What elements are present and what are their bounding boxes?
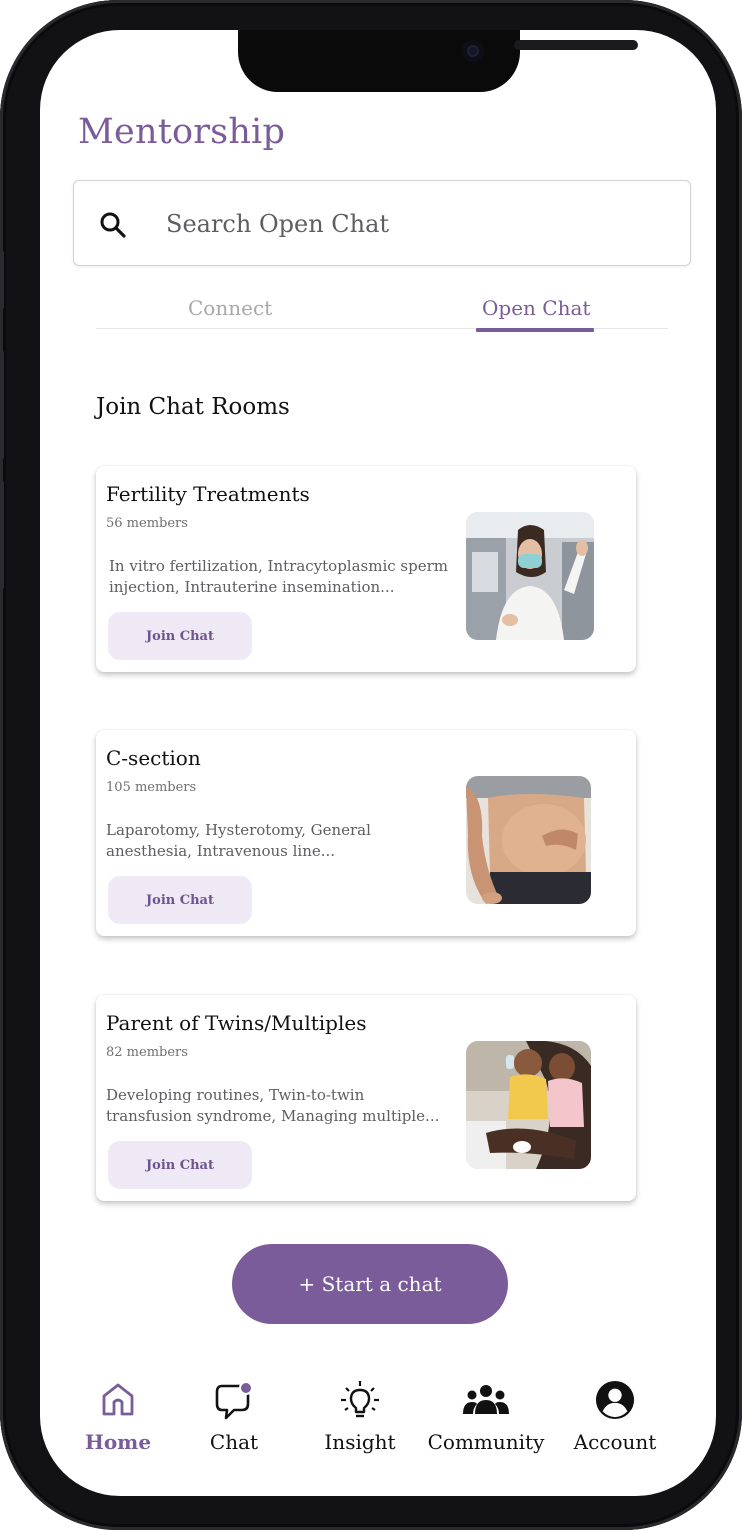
room-members: 56 members [106,516,188,531]
notch [238,30,638,92]
nav-community-label: Community [427,1430,545,1454]
room-name: Fertility Treatments [106,482,310,506]
room-description: Laparotomy, Hysterotomy, General anesthe… [106,821,371,860]
start-chat-button[interactable]: + Start a chat [232,1244,508,1324]
chat-room-card[interactable]: Fertility Treatments 56 members In vitro… [96,466,636,672]
nav-account[interactable]: Account [555,1380,675,1454]
join-chat-button[interactable]: Join Chat [108,1141,252,1189]
volume-up-button [0,350,4,460]
front-camera [462,40,484,62]
nav-insight-label: Insight [324,1430,396,1454]
screen: Mentorship Connect Open Chat Join Chat R… [40,30,716,1496]
room-description: Developing routines, Twin-to-twin transf… [106,1086,440,1125]
volume-down-button [0,480,4,590]
search-icon [100,212,126,238]
room-name: C-section [106,746,201,770]
search-bar[interactable] [73,180,691,266]
room-description: In vitro fertilization, Intracytoplasmic… [109,557,449,596]
room-members: 82 members [106,1045,188,1060]
community-icon [463,1385,509,1414]
lab-doctor-photo [466,512,594,640]
page-title: Mentorship [78,112,286,152]
join-chat-button[interactable]: Join Chat [108,612,252,660]
mute-switch [0,250,4,310]
account-icon [595,1380,635,1420]
speaker-grille [514,40,638,50]
room-thumbnail [466,512,594,640]
room-thumbnail [466,1041,591,1169]
search-input[interactable] [164,201,668,247]
room-name: Parent of Twins/Multiples [106,1011,367,1035]
parent-twins-photo [466,1041,591,1169]
home-icon [102,1383,134,1416]
nav-home[interactable]: Home [58,1380,178,1454]
lightbulb-icon [341,1381,379,1418]
tab-open-chat[interactable]: Open Chat [482,296,590,320]
nav-chat-label: Chat [209,1430,259,1454]
nav-home-label: Home [84,1430,152,1454]
phone-frame: Mentorship Connect Open Chat Join Chat R… [0,0,742,1530]
chat-room-card[interactable]: C-section 105 members Laparotomy, Hyster… [96,730,636,936]
nav-insight[interactable]: Insight [300,1380,420,1454]
nav-account-label: Account [573,1430,657,1454]
room-thumbnail [466,776,591,904]
chat-bubble-icon [215,1381,253,1420]
pregnant-belly-photo [466,776,591,904]
room-members: 105 members [106,780,197,795]
nav-community[interactable]: Community [426,1380,546,1454]
active-tab-indicator [476,328,594,332]
tab-connect[interactable]: Connect [188,296,272,320]
section-title: Join Chat Rooms [96,394,290,420]
nav-chat[interactable]: Chat [174,1380,294,1454]
join-chat-button[interactable]: Join Chat [108,876,252,924]
chat-room-card[interactable]: Parent of Twins/Multiples 82 members Dev… [96,995,636,1201]
